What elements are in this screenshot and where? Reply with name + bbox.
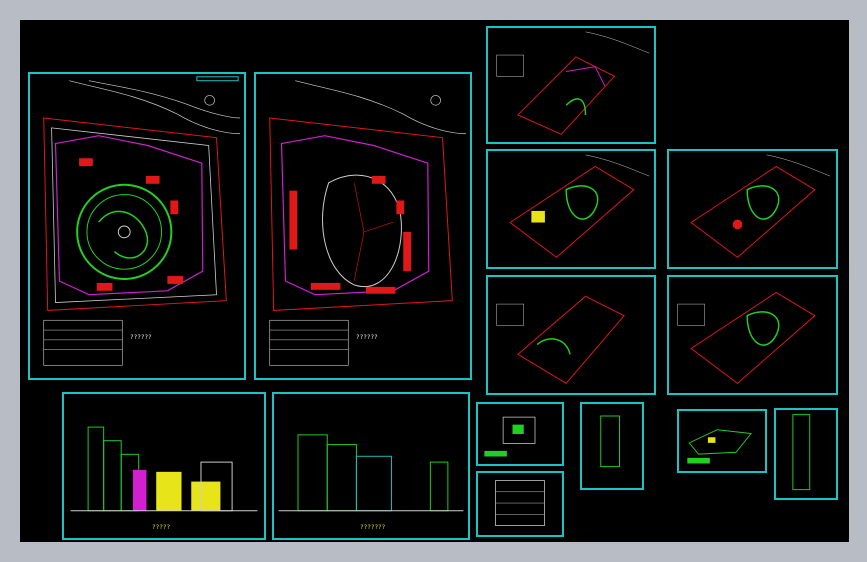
site-plan-layout-drawing bbox=[269, 80, 467, 366]
elevation-side-caption: ??????? bbox=[360, 524, 386, 531]
sheet-section-drawing[interactable] bbox=[476, 471, 564, 537]
tower-elevation-drawing bbox=[600, 415, 620, 468]
sheet-aerial-plan[interactable] bbox=[677, 409, 767, 473]
sheet-small-plan-1[interactable] bbox=[486, 26, 656, 144]
high-rise-elevation-drawing bbox=[792, 414, 811, 491]
sheet-high-rise-elevation[interactable] bbox=[774, 408, 838, 500]
site-plan-landscaped-scale-label: ?????? bbox=[130, 334, 152, 341]
sheet-site-plan-landscaped[interactable]: ?????? bbox=[28, 72, 246, 380]
small-plan-1-drawing bbox=[496, 31, 650, 135]
elevation-front-caption: ????? bbox=[152, 524, 171, 531]
small-plan-2-drawing bbox=[509, 154, 650, 258]
section-drawing bbox=[495, 480, 545, 526]
site-plan-landscaped-drawing bbox=[43, 76, 241, 366]
cad-model-space[interactable]: ?????? ?????? ????? ??????? bbox=[20, 20, 849, 542]
sheet-site-plan-layout[interactable]: ?????? bbox=[254, 72, 472, 380]
sheet-small-plan-5[interactable] bbox=[667, 275, 838, 395]
small-plan-4-drawing bbox=[496, 295, 625, 384]
sheet-elevation-front[interactable]: ????? bbox=[62, 392, 266, 540]
small-plan-5-drawing bbox=[677, 291, 816, 384]
small-plan-3-drawing bbox=[690, 154, 831, 258]
sheet-floor-plan[interactable] bbox=[476, 402, 564, 466]
aerial-plan-drawing bbox=[687, 429, 752, 464]
sheet-small-plan-3[interactable] bbox=[667, 149, 838, 269]
sheet-small-plan-4[interactable] bbox=[486, 275, 656, 395]
elevation-side-drawing bbox=[278, 434, 464, 512]
elevation-front-drawing bbox=[70, 426, 258, 512]
sheet-small-plan-2[interactable] bbox=[486, 149, 656, 269]
sheet-elevation-side[interactable]: ??????? bbox=[272, 392, 470, 540]
sheet-tower-elevation[interactable] bbox=[580, 402, 644, 490]
floor-plan-drawing bbox=[484, 416, 536, 457]
site-plan-layout-scale-label: ?????? bbox=[356, 334, 378, 341]
